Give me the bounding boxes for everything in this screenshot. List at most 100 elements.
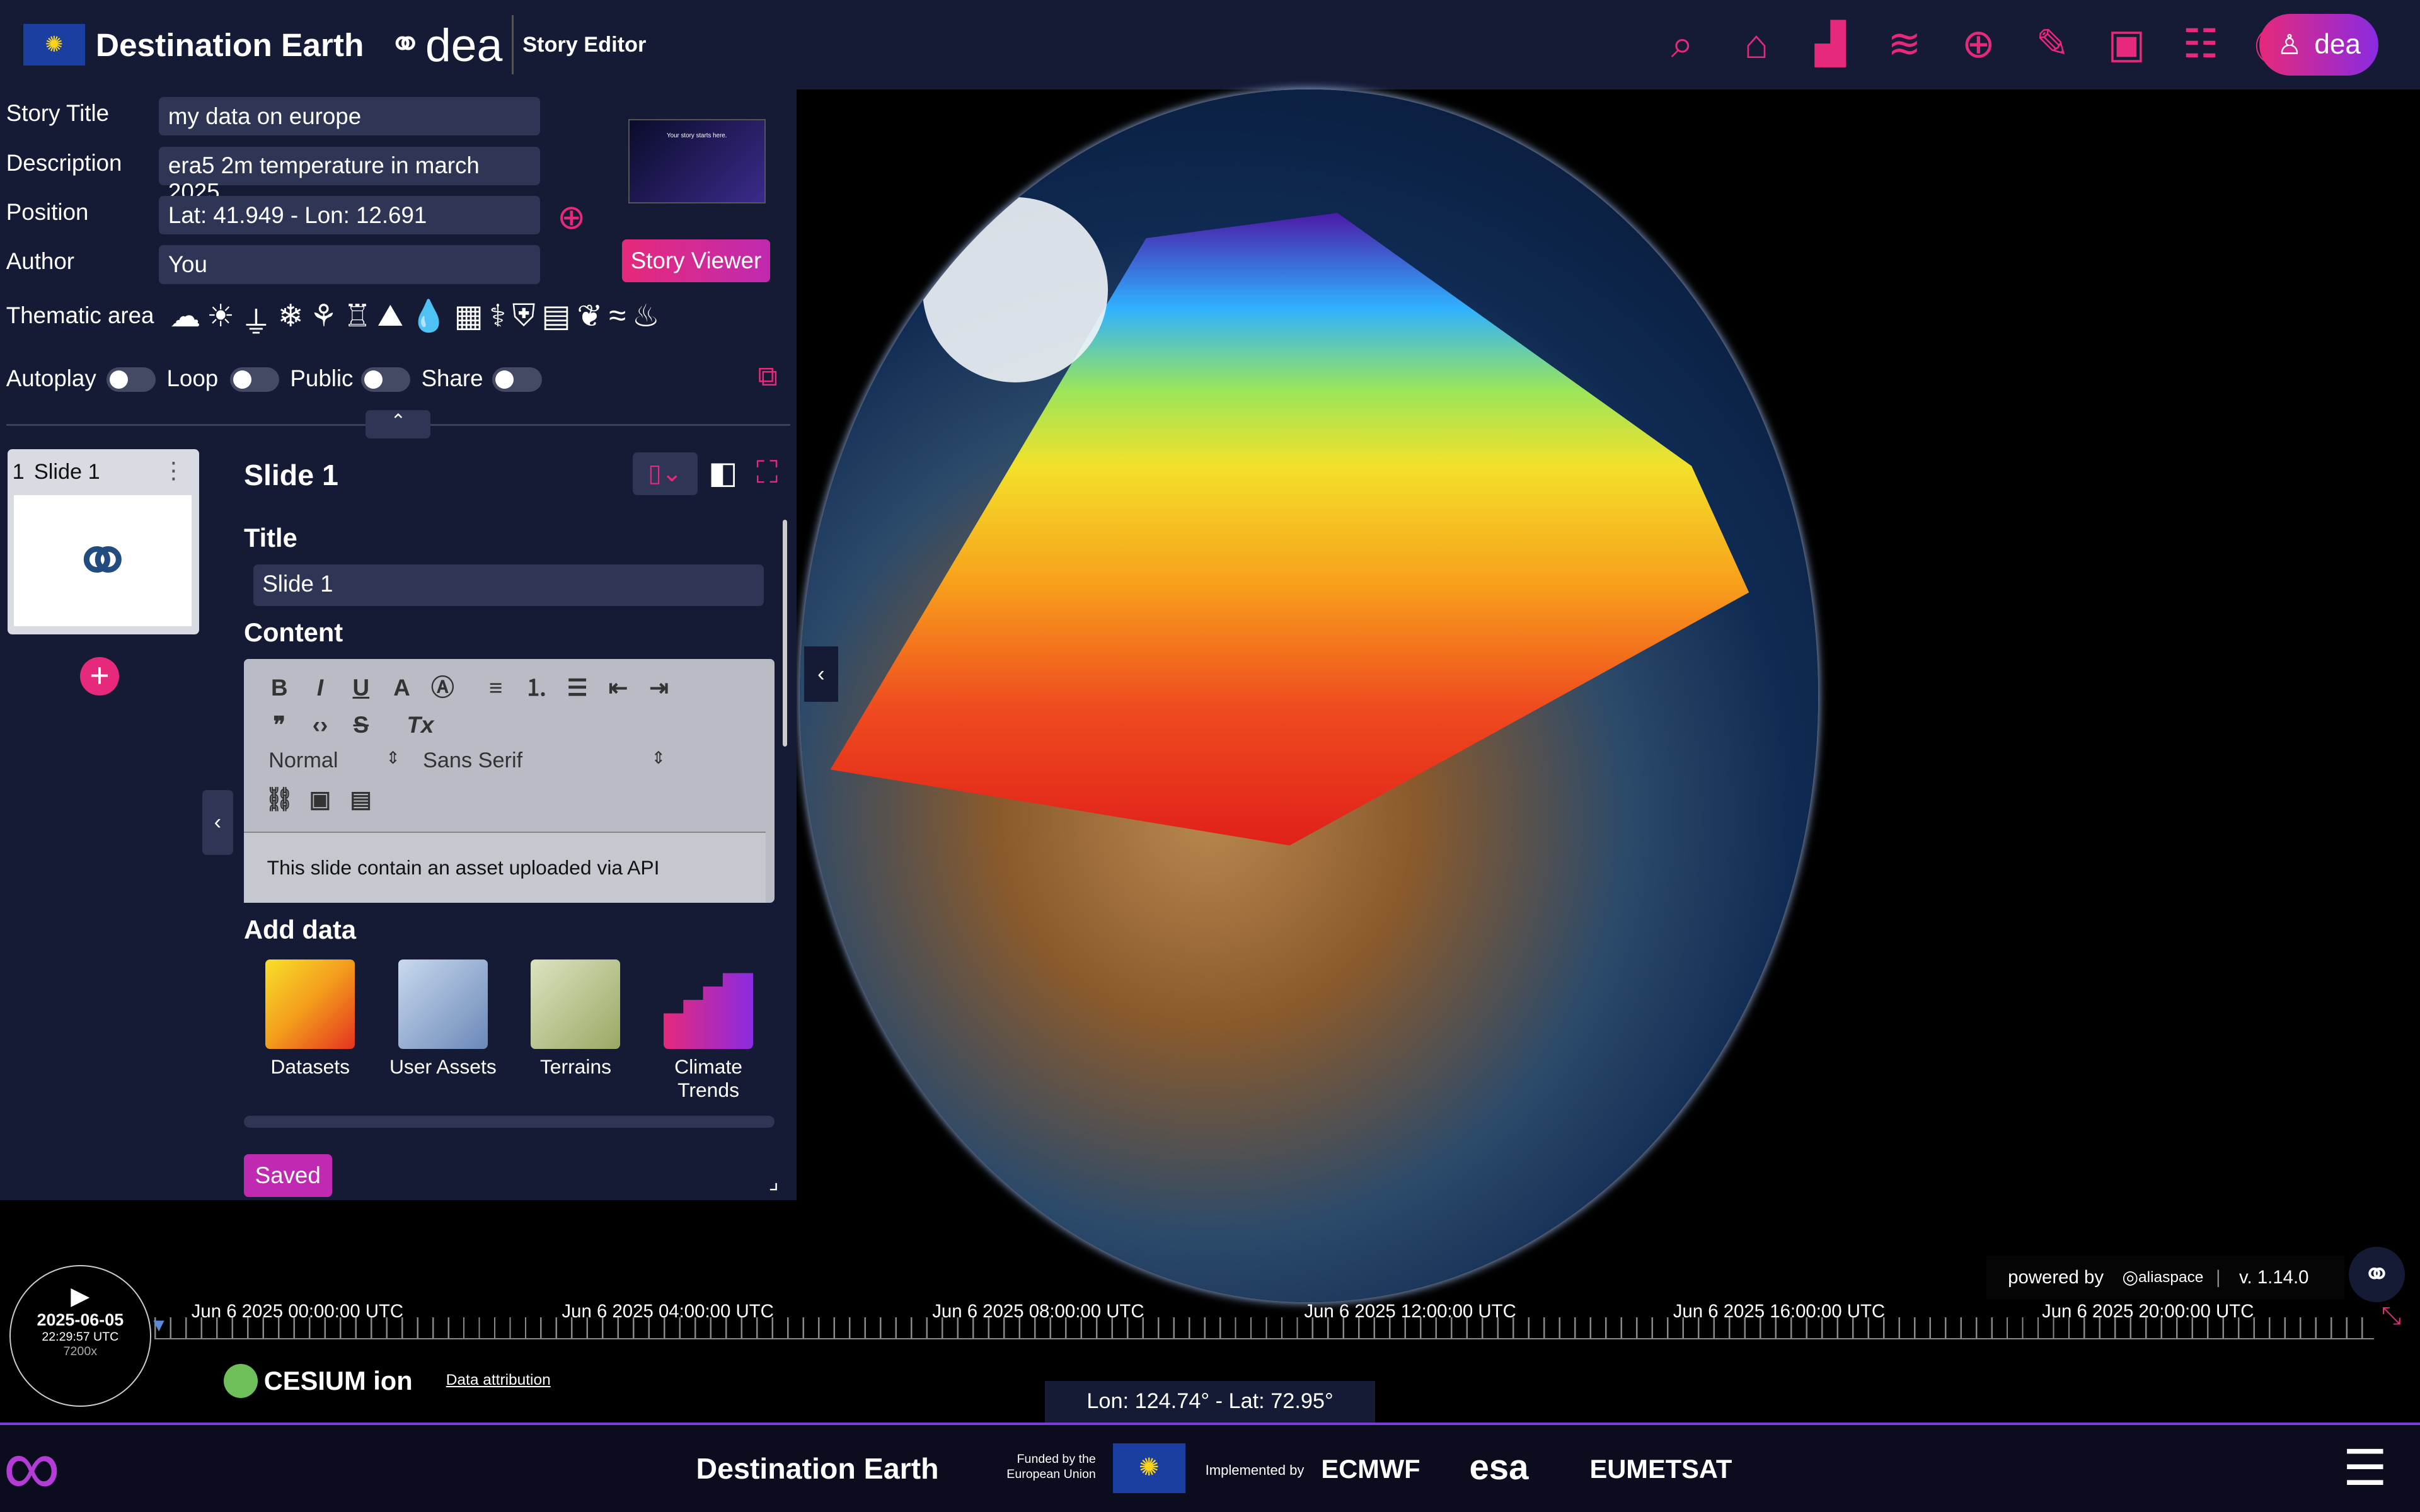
side-collapse-button[interactable]: ‹ — [202, 789, 233, 855]
public-toggle[interactable] — [361, 367, 411, 392]
dea-round-icon[interactable]: ⚭ — [2349, 1246, 2405, 1302]
format-select[interactable]: Normal — [268, 748, 405, 773]
dea-logo[interactable]: ⚭ dea — [389, 18, 503, 72]
insert-image-icon[interactable]: ▣ — [303, 782, 337, 816]
globe[interactable] — [799, 89, 1818, 1302]
home-icon[interactable]: ⌂ — [1732, 21, 1781, 67]
collapse-form-button[interactable]: ⌃ — [366, 410, 431, 438]
link-icon[interactable]: ⛓ — [262, 782, 296, 816]
slide-card-title: Slide 1 — [33, 459, 100, 484]
search-icon[interactable]: ⌕ — [1657, 21, 1707, 67]
split-view-icon[interactable]: ◧ — [708, 455, 737, 491]
implemented-text: Implemented by — [1205, 1462, 1305, 1478]
user-icon: ♙ — [2277, 29, 2302, 60]
terrains-image — [531, 959, 621, 1050]
wheat-icon[interactable]: ⚕ — [490, 298, 507, 343]
divider — [512, 15, 514, 74]
collapse-panel-button[interactable]: ‹ — [804, 646, 838, 702]
more-vertical-icon[interactable]: ⋮ — [162, 457, 185, 484]
layers-icon[interactable]: ≋ — [1880, 21, 1929, 67]
font-select[interactable]: Sans Serif — [423, 748, 670, 773]
align-icon[interactable]: ≡ — [479, 671, 513, 705]
factory-icon[interactable]: ♖ — [343, 298, 371, 343]
position-input[interactable]: Lat: 41.949 - Lon: 12.691 — [159, 196, 541, 235]
water-drop-icon[interactable]: 💧 — [410, 298, 448, 343]
climate-trends-tile[interactable]: Climate Trends — [647, 959, 770, 1102]
leaf-icon[interactable]: ❦ — [577, 298, 602, 343]
highlight-icon[interactable]: Ⓐ — [425, 671, 459, 705]
quote-icon[interactable]: ❞ — [262, 708, 296, 742]
content-label: Content — [243, 617, 343, 647]
layout-select[interactable]: ▯⌄ — [633, 452, 698, 496]
cloud-rain-icon[interactable]: ☁ — [170, 298, 200, 343]
insert-video-icon[interactable]: ▤ — [344, 782, 378, 816]
share-label: Share — [421, 365, 483, 392]
author-input[interactable]: You — [159, 245, 541, 284]
notes-icon[interactable]: ☷ — [2176, 21, 2225, 67]
share-toggle[interactable] — [492, 367, 542, 392]
slide-title-input[interactable]: Slide 1 — [253, 564, 764, 607]
story-thumbnail[interactable]: Your story starts here. — [628, 118, 766, 204]
sun-cloud-icon[interactable]: ☀ — [207, 298, 234, 343]
slide-card[interactable]: 1 Slide 1 ⋮ ⚭ — [8, 449, 199, 634]
image-icon[interactable]: ▣ — [2102, 21, 2151, 67]
tiles-scrollbar[interactable] — [243, 1115, 775, 1128]
italic-icon[interactable]: I — [303, 671, 337, 705]
clear-format-icon[interactable]: Tx — [403, 708, 437, 742]
autoplay-toggle[interactable] — [106, 367, 156, 392]
mountain-icon[interactable]: ⛰ — [377, 298, 403, 343]
play-icon[interactable]: ▶ — [11, 1282, 150, 1310]
waves-icon[interactable]: ≈ — [609, 298, 626, 343]
tide-icon[interactable]: ⏚ — [241, 298, 272, 343]
autoplay-label: Autoplay — [6, 365, 96, 392]
powered-by-box: powered by ◎ aliaspace | v. 1.14.0 — [1986, 1256, 2345, 1300]
description-input[interactable]: era5 2m temperature in march 2025 — [159, 146, 541, 205]
data-attribution-link[interactable]: Data attribution — [446, 1372, 551, 1389]
resize-handle-icon[interactable]: ⌟ — [769, 1169, 779, 1194]
user-assets-tile[interactable]: User Assets — [381, 959, 505, 1079]
indent-icon[interactable]: ⇥ — [642, 671, 676, 705]
text-color-icon[interactable]: A — [385, 671, 419, 705]
copy-icon[interactable]: ⧉ — [758, 361, 777, 392]
timeline-track[interactable] — [154, 1317, 2374, 1339]
story-title-label: Story Title — [6, 100, 110, 127]
bullet-list-icon[interactable]: ☰ — [560, 671, 594, 705]
plant-icon[interactable]: ⚘ — [309, 298, 337, 343]
clock-widget[interactable]: ▶ 2025-06-05 22:29:57 UTC 7200x — [9, 1265, 151, 1407]
snowflake-icon[interactable]: ❄ — [278, 298, 304, 343]
code-icon[interactable]: ‹› — [303, 708, 337, 742]
underline-icon[interactable]: U — [344, 671, 378, 705]
panel-scrollbar[interactable] — [782, 520, 787, 747]
timeline-tick: Jun 6 2025 04:00:00 UTC — [562, 1300, 774, 1322]
pencil-icon[interactable]: ✎ — [2028, 21, 2077, 67]
clock-date: 2025-06-05 — [37, 1310, 124, 1329]
add-slide-button[interactable]: + — [80, 657, 119, 696]
fullscreen-icon[interactable]: ⤡ — [2382, 1302, 2401, 1330]
story-title-input[interactable]: my data on europe — [159, 97, 541, 136]
field-icon[interactable]: ▦ — [454, 298, 483, 343]
loop-toggle[interactable] — [229, 367, 280, 392]
globe-icon[interactable]: ⊕ — [1954, 21, 2003, 67]
strikethrough-icon[interactable]: S — [344, 708, 378, 742]
saved-button[interactable]: Saved — [243, 1154, 332, 1198]
timeline-tick: Jun 6 2025 08:00:00 UTC — [932, 1300, 1144, 1322]
story-viewer-button[interactable]: Story Viewer — [621, 239, 771, 283]
timeline-cursor-icon[interactable]: ▼ — [150, 1315, 168, 1336]
destine-infinity-logo[interactable]: ∞ — [3, 1426, 60, 1506]
ecmwf-logo: ECMWF — [1321, 1454, 1420, 1484]
ordered-list-icon[interactable]: ⒈ — [519, 671, 553, 705]
cesium-logo[interactable]: CESIUM ion — [224, 1363, 413, 1398]
user-button[interactable]: ♙ dea — [2259, 14, 2378, 76]
datasets-tile[interactable]: Datasets — [248, 959, 372, 1079]
shield-icon[interactable]: ⛨ — [512, 298, 536, 343]
outdent-icon[interactable]: ⇤ — [601, 671, 635, 705]
terrains-tile[interactable]: Terrains — [514, 959, 638, 1079]
chart-icon[interactable]: ▟ — [1806, 21, 1855, 67]
fire-icon[interactable]: ♨ — [632, 298, 660, 343]
add-position-icon[interactable]: ⊕ — [557, 197, 585, 237]
hamburger-menu-icon[interactable]: ☰ — [2343, 1443, 2387, 1492]
map-icon[interactable]: ▤ — [541, 298, 570, 343]
focus-icon[interactable]: ⛶ — [756, 455, 778, 491]
bold-icon[interactable]: B — [262, 671, 296, 705]
editor-text-area[interactable]: This slide contain an asset uploaded via… — [243, 831, 766, 903]
